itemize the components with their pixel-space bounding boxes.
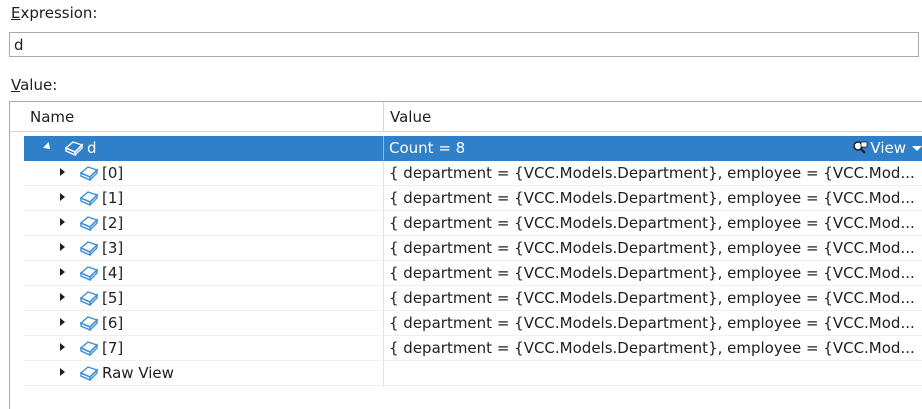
expression-field[interactable]: d: [9, 32, 919, 57]
root-value: Count = 8: [389, 139, 466, 157]
value-cell[interactable]: { department = {VCC.Models.Department}, …: [384, 336, 922, 361]
object-cube-icon: [79, 166, 99, 182]
value-cell[interactable]: { department = {VCC.Models.Department}, …: [384, 311, 922, 336]
collapsed-arrow-icon[interactable]: [60, 318, 65, 326]
item-name: [4]: [102, 264, 124, 282]
collapsed-arrow-icon[interactable]: [60, 193, 65, 201]
value-cell[interactable]: { department = {VCC.Models.Department}, …: [384, 261, 922, 286]
root-value-cell[interactable]: Count = 8 View: [384, 136, 922, 161]
expression-input-text: d: [14, 36, 24, 54]
item-name: [0]: [102, 164, 124, 182]
collapsed-arrow-icon[interactable]: [60, 218, 65, 226]
tree-row-item-1[interactable]: [1] { department = {VCC.Models.Department…: [10, 186, 922, 211]
item-name: [3]: [102, 239, 124, 257]
tree-row-item-4[interactable]: [4] { department = {VCC.Models.Department…: [10, 261, 922, 286]
item-value: { department = {VCC.Models.Department}, …: [389, 339, 915, 357]
item-value: { department = {VCC.Models.Department}, …: [389, 289, 915, 307]
item-value: { department = {VCC.Models.Department}, …: [389, 264, 915, 282]
object-cube-icon: [79, 341, 99, 357]
name-cell[interactable]: [6]: [24, 311, 384, 336]
tree-row-item-0[interactable]: [0] { department = {VCC.Models.Department…: [10, 161, 922, 186]
item-name: [6]: [102, 314, 124, 332]
value-cell[interactable]: { department = {VCC.Models.Department}, …: [384, 286, 922, 311]
object-cube-icon: [79, 291, 99, 307]
item-name: [1]: [102, 189, 124, 207]
name-cell[interactable]: [4]: [24, 261, 384, 286]
object-cube-icon: [79, 266, 99, 282]
header-gutter: [10, 102, 24, 132]
name-cell[interactable]: [1]: [24, 186, 384, 211]
item-value: { department = {VCC.Models.Department}, …: [389, 214, 915, 232]
object-cube-icon: [79, 216, 99, 232]
collapsed-arrow-icon[interactable]: [60, 243, 65, 251]
expanded-arrow-icon[interactable]: [43, 142, 53, 152]
object-cube-icon: [79, 241, 99, 257]
name-cell[interactable]: [2]: [24, 211, 384, 236]
name-cell[interactable]: [5]: [24, 286, 384, 311]
collapsed-arrow-icon[interactable]: [60, 168, 65, 176]
collapsed-arrow-icon[interactable]: [60, 368, 65, 376]
tree-row-item-3[interactable]: [3] { department = {VCC.Models.Department…: [10, 236, 922, 261]
name-cell[interactable]: [3]: [24, 236, 384, 261]
view-label: View: [870, 139, 906, 157]
name-cell[interactable]: Raw View: [24, 361, 384, 386]
name-cell[interactable]: [0]: [24, 161, 384, 186]
tree-row-root[interactable]: d Count = 8 View: [10, 136, 922, 161]
value-cell[interactable]: { department = {VCC.Models.Department}, …: [384, 211, 922, 236]
collapsed-arrow-icon[interactable]: [60, 268, 65, 276]
item-name: [5]: [102, 289, 124, 307]
object-cube-icon: [64, 141, 84, 157]
tree-row-item-7[interactable]: [7] { department = {VCC.Models.Department…: [10, 336, 922, 361]
tree-row-item-2[interactable]: [2] { department = {VCC.Models.Department…: [10, 211, 922, 236]
tree-row-raw-view[interactable]: Raw View: [10, 361, 922, 386]
value-cell[interactable]: [384, 361, 922, 386]
tree-row-item-5[interactable]: [5] { department = {VCC.Models.Department…: [10, 286, 922, 311]
item-value: { department = {VCC.Models.Department}, …: [389, 189, 915, 207]
collapsed-arrow-icon[interactable]: [60, 343, 65, 351]
collapsed-arrow-icon[interactable]: [60, 293, 65, 301]
value-label: Value:: [11, 76, 58, 94]
item-value: { department = {VCC.Models.Department}, …: [389, 314, 915, 332]
object-cube-icon: [79, 191, 99, 207]
item-name: [7]: [102, 339, 124, 357]
item-name: [2]: [102, 214, 124, 232]
dropdown-arrow-icon[interactable]: [912, 145, 922, 151]
name-cell[interactable]: [7]: [24, 336, 384, 361]
object-cube-icon: [79, 316, 99, 332]
root-name-cell[interactable]: d: [24, 136, 384, 161]
column-header-value[interactable]: Value: [384, 102, 922, 132]
tree-row-item-6[interactable]: [6] { department = {VCC.Models.Department…: [10, 311, 922, 336]
value-cell[interactable]: { department = {VCC.Models.Department}, …: [384, 236, 922, 261]
item-value: { department = {VCC.Models.Department}, …: [389, 164, 915, 182]
item-value: { department = {VCC.Models.Department}, …: [389, 239, 915, 257]
object-cube-icon: [79, 366, 99, 382]
value-cell[interactable]: { department = {VCC.Models.Department}, …: [384, 161, 922, 186]
root-name: d: [87, 139, 97, 157]
item-name: Raw View: [102, 364, 174, 382]
view-visualizer-button[interactable]: View: [852, 136, 922, 160]
column-header-name[interactable]: Name: [24, 102, 384, 132]
expression-label: Expression:: [11, 4, 98, 22]
watch-grid[interactable]: Name Value d Count = 8 View [0] {depart…: [9, 101, 922, 409]
magnifier-visualizer-icon: [853, 141, 868, 154]
value-cell[interactable]: { department = {VCC.Models.Department}, …: [384, 186, 922, 211]
